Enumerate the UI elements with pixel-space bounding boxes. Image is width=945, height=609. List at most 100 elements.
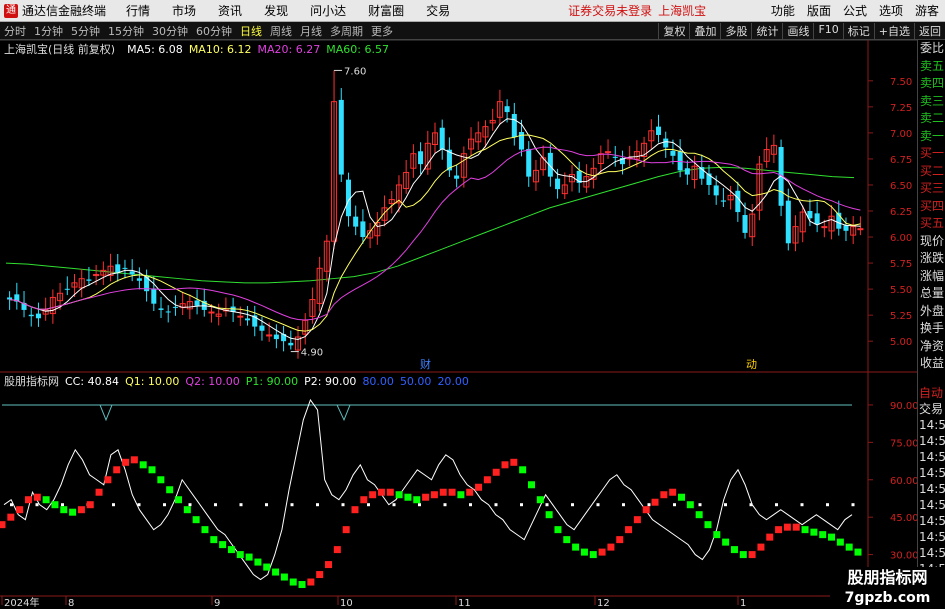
tick-time: 14:56 xyxy=(919,450,945,464)
cc-square-down xyxy=(183,506,191,514)
candle-body-down xyxy=(785,200,791,244)
cc-square-down xyxy=(536,496,544,504)
p2-value: P2: 90.00 xyxy=(304,374,357,388)
tick-time: 14:56 xyxy=(919,514,945,528)
side-item-ratio: 委比 xyxy=(920,41,945,55)
price-tick-label: 5.75 xyxy=(890,259,912,270)
candle-body-down xyxy=(511,114,517,138)
cc-square-up xyxy=(501,461,509,469)
cc-square-up xyxy=(333,546,341,554)
cc-square-down xyxy=(563,536,571,544)
price-tick-label: 6.50 xyxy=(890,181,912,192)
watermark: 股朋指标网 7gpzb.com xyxy=(830,567,945,609)
cc-square-down xyxy=(395,491,403,499)
candle-body-down xyxy=(129,271,135,275)
ind-tick-label: 75.00 xyxy=(890,438,919,449)
price-tick-label: 6.75 xyxy=(890,155,912,166)
cc-square-down xyxy=(713,531,721,539)
candle-body-down xyxy=(720,200,726,202)
cc-square-up xyxy=(475,483,483,491)
trading-terminal-window: 通 通达信金融终端 行情 市场 资讯 发现 问小达 财富圈 交易 证券交易未登录… xyxy=(0,0,945,609)
cc-square-down xyxy=(69,508,77,516)
cc-square-up xyxy=(783,523,791,531)
candle-body-down xyxy=(122,267,128,269)
cc-square-up xyxy=(651,498,659,506)
level-50-dot xyxy=(188,503,192,507)
tick-time: 14:56 xyxy=(919,530,945,544)
candle-body-down xyxy=(259,325,265,331)
candle-body-down xyxy=(115,264,121,273)
cc-square-up xyxy=(95,488,103,496)
cc-square-down xyxy=(704,521,712,529)
level-50-dot xyxy=(316,503,319,507)
candle-body-down xyxy=(158,308,164,310)
side-item-sell3: 卖三 xyxy=(920,93,945,108)
level-50-dot xyxy=(418,503,421,507)
date-tick-label: 11 xyxy=(458,598,471,609)
level-50: 50.00 xyxy=(399,374,432,388)
finance-marker: 财 xyxy=(420,357,431,371)
cc-square-down xyxy=(554,526,562,534)
cc-square-down xyxy=(166,486,174,494)
tick-time: 14:56 xyxy=(919,418,945,432)
candle-body-down xyxy=(418,151,424,165)
cc-square-down xyxy=(854,548,862,556)
cc-square-down xyxy=(219,541,227,549)
cc-square-down xyxy=(545,511,553,519)
level-50-dot xyxy=(494,503,498,507)
level-50-dot xyxy=(571,503,574,507)
cc-square-up xyxy=(122,458,130,466)
tick-time: 14:56 xyxy=(919,434,945,448)
cc-square-down xyxy=(60,506,68,514)
side-item-sell5: 卖五 xyxy=(920,58,945,73)
cc-square-up xyxy=(748,551,756,559)
cc-square-up xyxy=(757,543,765,551)
price-tick-label: 5.25 xyxy=(890,311,912,322)
level-50-dot xyxy=(290,503,294,507)
cc-square-down xyxy=(51,501,59,509)
auto-label[interactable]: 自动 xyxy=(917,385,945,401)
cc-square-up xyxy=(492,468,500,476)
candle-body-down xyxy=(655,126,662,135)
cc-square-down xyxy=(280,573,288,581)
cc-square-up xyxy=(642,506,650,514)
candle-body-down xyxy=(814,213,820,225)
indicator-name[interactable]: 股朋指标网 xyxy=(4,373,59,389)
level-50-dot xyxy=(647,503,651,507)
side-item-buy2: 买二 xyxy=(920,163,945,178)
trade-label[interactable]: 交易 xyxy=(917,401,945,417)
cc-square-up xyxy=(0,521,6,529)
cc-square-up xyxy=(325,561,333,569)
date-tick-label: 1 xyxy=(740,598,746,609)
candle-body-down xyxy=(151,288,157,304)
ma60-polyline xyxy=(5,166,855,284)
cc-square-up xyxy=(307,578,315,586)
cc-square-up xyxy=(466,488,474,496)
indicator-lines xyxy=(0,398,862,589)
ma20-line xyxy=(9,146,861,321)
level-50-dot xyxy=(341,503,345,507)
price-tick-label: 7.50 xyxy=(890,77,912,88)
candle-body-down xyxy=(360,221,366,238)
v-marker xyxy=(99,404,113,422)
candle-body-down xyxy=(273,334,279,340)
chart-canvas[interactable]: 2024年 8 9 10 11 12 1 7.50 7.25 7.00 6.75 6.50 6.25 6… xyxy=(0,0,945,609)
level-50-dot xyxy=(112,503,115,507)
side-item-netasset: 净资 xyxy=(920,338,945,353)
cc-square-down xyxy=(42,496,50,504)
cc-square-up xyxy=(669,488,677,496)
p1-value: P1: 90.00 xyxy=(245,374,299,388)
price-tick-label: 5.00 xyxy=(890,337,912,348)
cc-square-down xyxy=(519,466,527,474)
cc-square-up xyxy=(766,533,774,541)
cc-square-up xyxy=(439,488,447,496)
price-tick-label: 6.00 xyxy=(890,233,912,244)
cc-square-up xyxy=(792,523,800,531)
cc-square-down xyxy=(695,511,703,519)
cc-square-down xyxy=(413,496,421,504)
level-50-dot xyxy=(826,503,829,507)
ind-tick-label: 90.00 xyxy=(890,401,919,412)
cc-square-down xyxy=(801,526,809,534)
cc-square-down xyxy=(572,543,580,551)
cc-square-up xyxy=(104,476,112,484)
